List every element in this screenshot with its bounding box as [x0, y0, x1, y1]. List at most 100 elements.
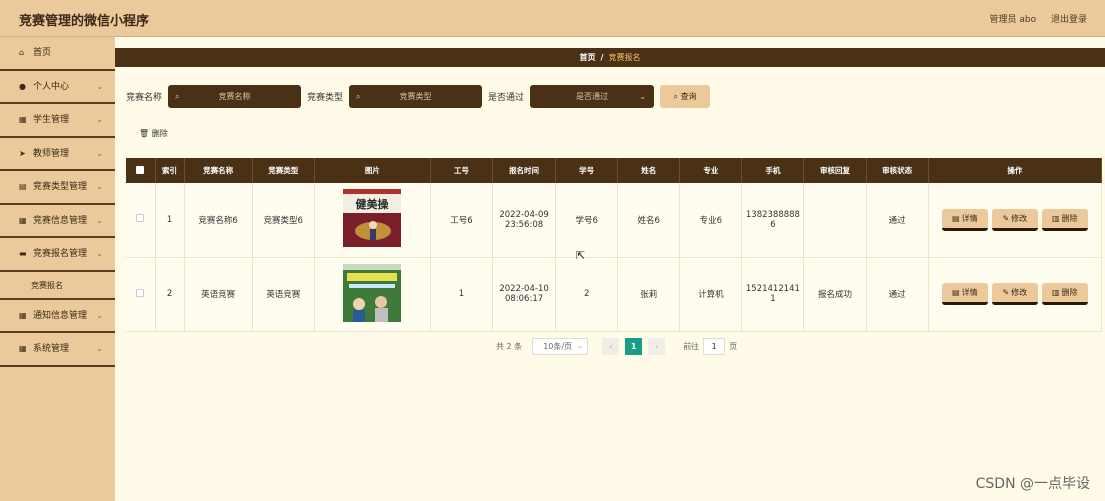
- sidebar-item-label: 学生管理: [33, 115, 70, 125]
- row-index: 1: [155, 183, 185, 258]
- sidebar-item-label: 首页: [33, 48, 52, 58]
- phone-line: 6: [770, 219, 776, 230]
- trash-icon: 🗑︎: [139, 129, 150, 138]
- grid-icon: ▦: [19, 115, 27, 124]
- pass-status-select[interactable]: 是否通过 ⌄: [530, 85, 655, 108]
- sidebar-item[interactable]: ▦ 学生管理 ⌄: [0, 104, 115, 138]
- column-header: 报名时间: [492, 158, 557, 183]
- phone: 1382388888 6: [741, 183, 805, 258]
- registration-clock: 08:06:17: [504, 294, 544, 304]
- competition-type-label: 竞赛类型: [307, 93, 344, 103]
- edit-button[interactable]: ✎ 修改: [991, 283, 1038, 305]
- sidebar-item[interactable]: ● 个人中心 ⌄: [0, 71, 115, 104]
- send-icon: ➤: [19, 148, 26, 158]
- sidebar-item[interactable]: ▦ 竞赛信息管理 ⌄: [0, 205, 115, 238]
- page-size-value: 10条/页: [543, 342, 573, 351]
- sidebar-item-label: 竞赛类型管理: [33, 182, 88, 192]
- query-button[interactable]: ⌕ 查询: [660, 85, 711, 108]
- chevron-down-icon: ⌄: [96, 81, 103, 91]
- competition-image: 健美操: [314, 183, 431, 258]
- registration-date: 2022-04-09: [499, 209, 549, 220]
- chevron-down-icon: ⌄: [96, 148, 103, 158]
- row-checkbox[interactable]: [126, 257, 156, 332]
- chevron-down-icon: ⌄: [96, 215, 103, 225]
- chevron-down-icon: ⌄: [96, 182, 103, 191]
- sidebar: ⌂ 首页 ● 个人中心 ⌄ ▦ 学生管理 ⌄ ➤ 教师管理 ⌄ ▤ 竞赛类型管理 ⌄ ▦ 竞赛信息管理 ⌄ ▬ 竞赛…: [0, 37, 115, 501]
- app-title: 竞赛管理的微信小程序: [19, 14, 150, 29]
- review-status: 通过: [866, 183, 929, 258]
- chevron-down-icon: ⌄: [96, 310, 103, 320]
- delete-button[interactable]: ▥ 删除: [1041, 283, 1088, 305]
- column-header: 专业: [679, 158, 743, 183]
- trash-icon: ▥: [1052, 288, 1060, 297]
- sidebar-item-label: 系统管理: [33, 344, 70, 354]
- sidebar-item[interactable]: ▤ 竞赛类型管理 ⌄: [0, 171, 115, 205]
- watermark: CSDN @一点毕设: [975, 476, 1090, 492]
- next-page-button[interactable]: ›: [648, 338, 666, 355]
- delete-button-label: 删除: [1061, 288, 1078, 297]
- pagination: 共 2 条 10条/页 ⌄ ‹ 1 › 前往 1 页: [496, 338, 737, 355]
- sidebar-item[interactable]: ▬ 竞赛报名管理 ⌄: [0, 238, 115, 272]
- sidebar-item-label: 竞赛信息管理: [33, 215, 88, 226]
- page-size-select[interactable]: 10条/页 ⌄: [532, 338, 589, 355]
- column-header: 操作: [928, 158, 1103, 183]
- table-header-row: 索引 竞赛名称 竞赛类型 图片 工号 报名时间 学号 姓名 专业 手机 审核回复 审核状态 操作: [126, 158, 1103, 183]
- competition-name: 英语竞赛: [184, 257, 253, 332]
- edit-button[interactable]: ✎ 修改: [991, 208, 1038, 231]
- column-header: 索引: [155, 158, 185, 183]
- column-header: 图片: [314, 158, 431, 183]
- doc-icon: ▤: [952, 213, 960, 223]
- row-index: 2: [155, 257, 185, 332]
- edit-button-label: 修改: [1011, 213, 1028, 223]
- logout-link[interactable]: 退出登录: [1051, 15, 1087, 25]
- phone-line: 1521412141: [745, 284, 800, 294]
- chevron-down-icon: ⌄: [577, 342, 584, 350]
- prev-page-button[interactable]: ‹: [602, 338, 620, 355]
- competition-name-input[interactable]: ⌕ 竞赛名称: [168, 85, 302, 108]
- bulk-delete-label: 删除: [151, 129, 168, 138]
- breadcrumb: 首页 / 竞赛报名: [115, 48, 1105, 67]
- book-cover-fitness: 健美操: [343, 189, 402, 248]
- row-checkbox[interactable]: [126, 183, 156, 258]
- chevron-down-icon: ⌄: [96, 115, 103, 124]
- detail-button[interactable]: ▤ 详情: [941, 283, 988, 305]
- search-bar: 竞赛名称 ⌕ 竞赛名称 竞赛类型 ⌕ 竞赛类型 是否通过 是否通过 ⌄ ⌕ 查询: [126, 85, 711, 108]
- current-page-button[interactable]: 1: [625, 338, 643, 355]
- detail-button[interactable]: ▤ 详情: [941, 208, 988, 231]
- row-actions: ▤ 详情 ✎ 修改 ▥ 删除: [928, 183, 1103, 258]
- major: 专业6: [679, 183, 743, 258]
- select-all-checkbox[interactable]: [126, 158, 156, 183]
- pagination-total: 共 2 条: [496, 342, 523, 351]
- column-header: 姓名: [617, 158, 681, 183]
- chevron-down-icon: ⌄: [96, 344, 103, 353]
- search-icon: ⌕: [356, 92, 361, 101]
- bulk-delete-button[interactable]: 🗑︎ 删除: [139, 128, 168, 139]
- header-user-area: 管理员 abo 退出登录: [978, 12, 1088, 25]
- sidebar-item[interactable]: ▦ 系统管理 ⌄: [0, 333, 115, 367]
- phone-line: 1382388888: [745, 209, 800, 220]
- sidebar-item[interactable]: ➤ 教师管理 ⌄: [0, 138, 115, 171]
- review-reply: [803, 183, 867, 258]
- pass-status-label: 是否通过: [488, 93, 525, 103]
- registration-date: 2022-04-10: [499, 284, 549, 294]
- sidebar-item-label: 通知信息管理: [33, 310, 88, 321]
- competition-type: 竞赛类型6: [252, 183, 315, 258]
- search-icon: ⌕: [673, 92, 679, 101]
- column-header: 学号: [555, 158, 619, 183]
- sidebar-item[interactable]: ⌂ 首页: [0, 37, 115, 71]
- competition-name-placeholder: 竞赛名称: [218, 92, 251, 101]
- row-action-group: ▤ 详情 ✎ 修改 ▥ 删除: [929, 208, 1101, 231]
- table-row: 1 竞赛名称6 竞赛类型6 健美操 工号6 2022-04-09 23:56:08 学号6 姓名…: [126, 183, 1103, 258]
- grid-icon: ▦: [19, 344, 27, 353]
- goto-page-input[interactable]: 1: [703, 338, 726, 355]
- home-icon: ⌂: [19, 48, 25, 57]
- svg-text:健美操: 健美操: [356, 197, 390, 211]
- search-icon: ⌕: [175, 92, 180, 101]
- breadcrumb-home[interactable]: 首页: [580, 53, 596, 62]
- competition-type-input[interactable]: ⌕ 竞赛类型: [349, 85, 483, 108]
- sidebar-item[interactable]: ▦ 通知信息管理 ⌄: [0, 300, 115, 333]
- sidebar-subitem[interactable]: 竞赛报名: [0, 272, 115, 300]
- delete-button[interactable]: ▥ 删除: [1041, 208, 1088, 231]
- competition-image: [314, 257, 431, 332]
- column-header: 竞赛名称: [184, 158, 253, 183]
